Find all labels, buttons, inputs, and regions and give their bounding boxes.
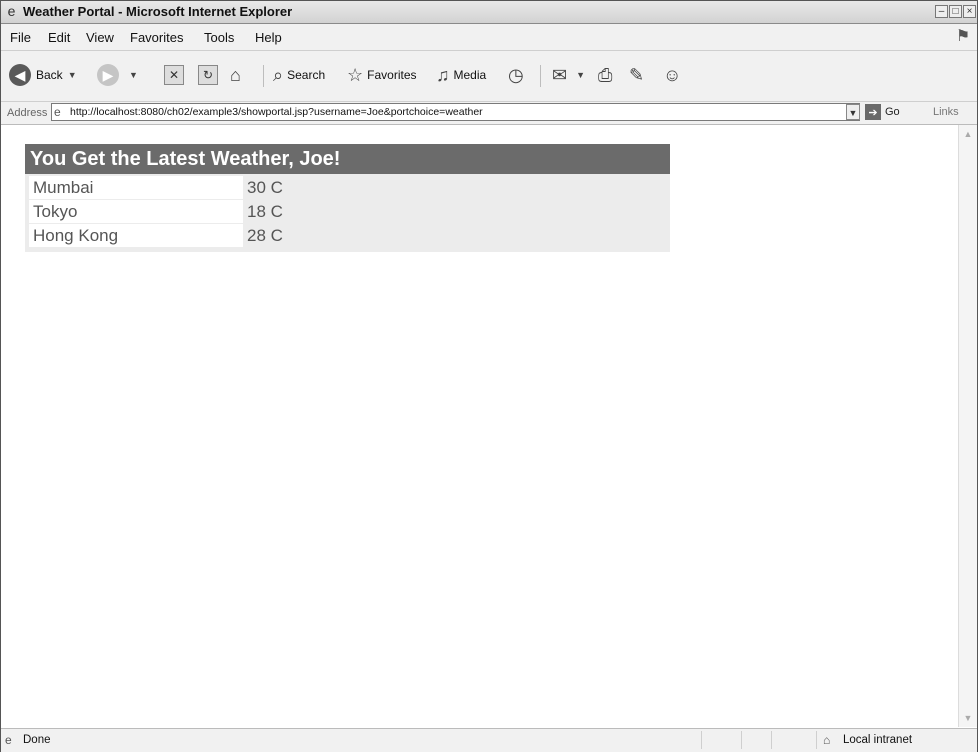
ie-logo-icon: e xyxy=(7,3,16,19)
minimize-button[interactable]: – xyxy=(935,5,948,18)
links-toolbar[interactable]: Links xyxy=(933,106,959,118)
temperature-cell: 28 C xyxy=(247,226,283,245)
city-cell: Hong Kong xyxy=(29,224,243,247)
intranet-icon: ⌂ xyxy=(823,733,831,747)
stop-icon: ✕ xyxy=(164,65,184,85)
stop-button[interactable]: ✕ xyxy=(164,62,184,88)
toolbar-separator xyxy=(263,65,264,87)
search-label: Search xyxy=(287,68,326,82)
scroll-down-icon[interactable]: ▼ xyxy=(962,711,974,725)
mail-button[interactable]: ✉ ▼ xyxy=(552,62,585,88)
edit-icon: ✎ xyxy=(629,64,645,85)
city-cell: Mumbai xyxy=(29,176,243,199)
table-row: Tokyo 18 C xyxy=(29,200,666,224)
favorites-button[interactable]: ☆ Favorites xyxy=(347,62,417,88)
print-button[interactable]: ⎙ xyxy=(598,62,616,88)
toolbar: ◀ Back ▼ ▶ ▼ ✕ ↻ ⌂ ⌕ Search ☆ Favorites … xyxy=(1,51,977,102)
home-icon: ⌂ xyxy=(230,64,241,85)
back-arrow-icon: ◀ xyxy=(9,64,31,86)
mail-icon: ✉ xyxy=(552,64,568,85)
address-url[interactable]: http://localhost:8080/ch02/example3/show… xyxy=(70,106,483,118)
mail-dropdown-icon[interactable]: ▼ xyxy=(576,70,585,80)
status-divider xyxy=(816,731,817,749)
messenger-button[interactable]: ☺ xyxy=(663,62,685,88)
vertical-scrollbar[interactable]: ▲ ▼ xyxy=(958,125,977,727)
back-dropdown-icon[interactable]: ▼ xyxy=(68,70,77,80)
menu-help[interactable]: Help xyxy=(255,30,282,45)
menu-edit[interactable]: Edit xyxy=(48,30,70,45)
status-bar: e Done ⌂ Local intranet xyxy=(1,728,977,752)
edit-button[interactable]: ✎ xyxy=(629,62,648,88)
menu-view[interactable]: View xyxy=(86,30,114,45)
city-cell: Tokyo xyxy=(29,200,243,223)
scroll-up-icon[interactable]: ▲ xyxy=(962,127,974,141)
address-label: Address xyxy=(7,107,48,119)
print-icon: ⎙ xyxy=(598,64,613,85)
weather-portal: You Get the Latest Weather, Joe! Mumbai … xyxy=(25,144,670,252)
history-icon: ◷ xyxy=(508,64,524,85)
refresh-icon: ↻ xyxy=(198,65,218,85)
history-button[interactable]: ◷ xyxy=(508,62,528,88)
menu-tools[interactable]: Tools xyxy=(204,30,234,45)
back-label: Back xyxy=(36,68,63,82)
refresh-button[interactable]: ↻ xyxy=(198,62,218,88)
status-divider xyxy=(771,731,772,749)
page-icon: e xyxy=(54,105,61,119)
window-title: Weather Portal - Microsoft Internet Expl… xyxy=(23,4,293,19)
menu-bar: File Edit View Favorites Tools Help ⚑ xyxy=(1,24,977,51)
search-button[interactable]: ⌕ Search xyxy=(273,62,325,88)
temperature-cell: 18 C xyxy=(247,202,283,221)
menu-file[interactable]: File xyxy=(10,30,31,45)
address-bar: Address e http://localhost:8080/ch02/exa… xyxy=(1,102,977,125)
toolbar-separator xyxy=(540,65,541,87)
temperature-cell: 30 C xyxy=(247,178,283,197)
forward-dropdown-icon[interactable]: ▼ xyxy=(129,70,138,80)
go-label: Go xyxy=(885,106,900,118)
media-label: Media xyxy=(453,68,487,82)
close-button[interactable]: × xyxy=(963,5,976,18)
status-divider xyxy=(741,731,742,749)
maximize-button[interactable]: □ xyxy=(949,5,962,18)
forward-button[interactable]: ▶ ▼ xyxy=(97,62,138,88)
browser-window: e Weather Portal - Microsoft Internet Ex… xyxy=(0,0,978,752)
windows-logo-icon: ⚑ xyxy=(955,28,971,45)
status-text: Done xyxy=(23,734,51,746)
table-row: Mumbai 30 C xyxy=(29,176,666,200)
forward-arrow-icon: ▶ xyxy=(97,64,119,86)
home-button[interactable]: ⌂ xyxy=(230,62,245,88)
favorites-star-icon: ☆ xyxy=(347,64,364,85)
go-button[interactable]: ➔ Go xyxy=(865,104,900,120)
page-done-icon: e xyxy=(5,733,12,747)
menu-favorites[interactable]: Favorites xyxy=(130,30,183,45)
table-row: Hong Kong 28 C xyxy=(29,224,666,248)
media-icon: ♫ xyxy=(436,64,450,85)
messenger-icon: ☺ xyxy=(663,64,682,85)
search-icon: ⌕ xyxy=(273,64,284,85)
back-button[interactable]: ◀ Back ▼ xyxy=(9,62,77,88)
address-input[interactable]: e http://localhost:8080/ch02/example3/sh… xyxy=(51,103,860,121)
media-button[interactable]: ♫ Media xyxy=(436,62,486,88)
portal-heading: You Get the Latest Weather, Joe! xyxy=(25,144,670,174)
favorites-label: Favorites xyxy=(367,68,417,82)
security-zone: Local intranet xyxy=(843,734,913,746)
status-divider xyxy=(701,731,702,749)
title-bar: e Weather Portal - Microsoft Internet Ex… xyxy=(1,1,977,24)
go-arrow-icon: ➔ xyxy=(865,104,881,120)
address-dropdown-icon[interactable]: ▼ xyxy=(846,104,860,120)
page-content: You Get the Latest Weather, Joe! Mumbai … xyxy=(13,125,957,727)
weather-table: Mumbai 30 C Tokyo 18 C Hong Kong 28 C xyxy=(25,174,670,252)
